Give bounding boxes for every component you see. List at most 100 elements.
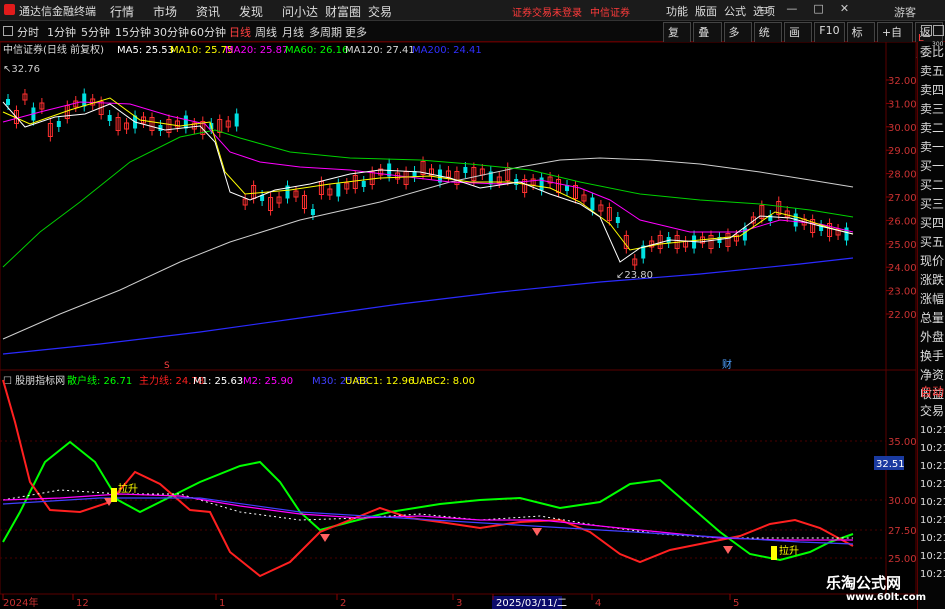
- close-icon[interactable]: ✕: [840, 2, 849, 15]
- tab-auto[interactable]: 自动: [920, 386, 944, 399]
- y-tick-label: 31.00: [888, 99, 917, 110]
- menu-layout[interactable]: 版面: [695, 3, 724, 19]
- security-title: 中信证券(日线 前复权): [3, 43, 104, 56]
- menu-item-quotes[interactable]: 行情: [110, 3, 153, 20]
- y-tick-label: 32.00: [888, 76, 917, 87]
- quote-field-label: 净资: [920, 368, 945, 382]
- ma-legend-item: MA120: 27.41: [345, 45, 415, 56]
- minimize-icon[interactable]: —: [786, 2, 797, 15]
- title-bar: 通达信金融终端 行情 市场 资讯 发现 问小达 财富圈 交易 证券交易未登录 中…: [0, 0, 945, 21]
- y-tick-label: 30.00: [888, 123, 917, 134]
- y-tick-label: 25.00: [888, 240, 917, 251]
- maximize-icon[interactable]: □: [813, 2, 823, 15]
- y-tick-label: 23.00: [888, 287, 917, 298]
- ma-legend-item: MA10: 25.75: [170, 45, 233, 56]
- flag-finance-icon[interactable]: 财: [722, 358, 732, 371]
- ma-legend-item: MA60: 26.16: [285, 45, 348, 56]
- menu-item-ask[interactable]: 问小达: [282, 3, 325, 20]
- indicator-y-tick: 35.00: [888, 437, 917, 448]
- watermark-title: 乐淘公式网: [826, 574, 902, 592]
- quote-panel: L 300 委比 卖五 卖四 卖三 卖二 卖一 买一 买二 买三 买四 买五 现价 涨跌 涨幅 总量 外盘 换手净…: [917, 33, 945, 609]
- high-label: ↖32.76: [3, 64, 40, 75]
- tick-time: 10:21: [920, 479, 945, 490]
- indicator-y-tick: 27.50: [888, 526, 917, 537]
- x-tick-label: 2024年: [3, 596, 38, 609]
- quote-field-label: 卖四: [920, 83, 945, 97]
- period-toolbar: 分时 1分钟 5分钟 15分钟 30分钟 60分钟 日线 周线 月线 多周期 更…: [0, 21, 945, 58]
- indicator-legend: 散户线: 26.71 主力线: 24.78M1: 25.63 M2: 25.90 M3…: [67, 374, 475, 387]
- indicator-legend-item: 散户线: 26.71: [67, 374, 132, 387]
- x-tick-label: 2025/03/11/二: [496, 598, 567, 609]
- tick-time: 10:21: [920, 443, 945, 454]
- tab-daily[interactable]: 日线: [229, 24, 251, 40]
- tick-time: 10:21: [920, 551, 945, 562]
- menu-item-news[interactable]: 资讯: [196, 3, 239, 20]
- tab-5min[interactable]: 5分钟: [81, 24, 110, 40]
- ma-legend-item: MA200: 24.41: [412, 45, 482, 56]
- watermark-url: www.60lt.com: [846, 592, 927, 603]
- panel-logo: L: [918, 33, 924, 44]
- checkbox-icon[interactable]: [3, 26, 13, 36]
- tick-time: 10:21: [920, 569, 945, 580]
- low-label: ↙23.80: [616, 270, 653, 281]
- indicator-y-tick: 30.00: [888, 496, 917, 507]
- menu-item-wealth[interactable]: 财富圈: [325, 3, 368, 20]
- login-warning[interactable]: 证券交易未登录: [512, 4, 582, 19]
- tick-time: 10:21: [920, 497, 945, 508]
- menu-formula[interactable]: 公式: [724, 3, 753, 19]
- y-tick-label: 26.00: [888, 216, 917, 227]
- tab-more[interactable]: 更多: [345, 24, 367, 40]
- quote-field-label: 买一: [920, 159, 945, 173]
- tick-time: 10:21: [920, 515, 945, 526]
- main-menu: 行情 市场 资讯 发现 问小达 财富圈 交易: [110, 3, 411, 20]
- x-tick-label: 4: [595, 598, 601, 609]
- quote-field-label: 委比: [920, 45, 945, 59]
- quote-field-label: 买二: [920, 178, 945, 192]
- menu-item-market[interactable]: 市场: [153, 3, 196, 20]
- tick-time: 10:21: [920, 425, 945, 436]
- guest-login[interactable]: 游客: [894, 4, 916, 20]
- quote-field-label: 卖五: [920, 64, 945, 78]
- tab-intraday[interactable]: 分时: [17, 24, 39, 40]
- x-axis: 2024年 12 1 2 3 2025/03/11/二 4 5: [2, 594, 739, 609]
- current-value: 32.51: [876, 459, 905, 470]
- y-tick-label: 29.00: [888, 146, 917, 157]
- tick-time: 10:21: [920, 533, 945, 544]
- quote-field-label: 换手: [920, 349, 945, 363]
- x-tick-label: 2: [340, 598, 346, 609]
- y-tick-label: 27.00: [888, 193, 917, 204]
- tab-15min[interactable]: 15分钟: [115, 24, 151, 40]
- y-tick-label: 24.00: [888, 263, 917, 274]
- svg-text:拉升: 拉升: [118, 482, 138, 495]
- tab-1min[interactable]: 1分钟: [47, 24, 76, 40]
- chart-area[interactable]: 中信证券(日线 前复权) MA5: 25.53MA10: 25.75MA20: …: [0, 42, 917, 609]
- tab-60min[interactable]: 60分钟: [190, 24, 226, 40]
- tab-multi-period[interactable]: 多周期: [309, 24, 342, 40]
- indicator-legend-item: M1: 25.63: [193, 376, 243, 387]
- broker-name[interactable]: 中信证券: [590, 4, 630, 19]
- tab-monthly[interactable]: 月线: [282, 24, 304, 40]
- ma-legend-item: MA5: 25.53: [117, 45, 174, 56]
- y-tick-label: 28.00: [888, 170, 917, 181]
- tick-time: 10:21: [920, 461, 945, 472]
- indicator-legend-item: UABC1: 12.96: [345, 376, 414, 387]
- window-controls: ▭ — □ ✕: [760, 2, 849, 15]
- x-tick-label: 12: [76, 598, 89, 609]
- quote-field-label: 买四: [920, 216, 945, 230]
- quote-field-label: 卖三: [920, 102, 945, 116]
- menu-item-discover[interactable]: 发现: [239, 3, 282, 20]
- x-tick-label: 3: [456, 598, 462, 609]
- tab-weekly[interactable]: 周线: [255, 24, 277, 40]
- tab-30min[interactable]: 30分钟: [153, 24, 189, 40]
- flag-s-icon[interactable]: S: [164, 361, 170, 371]
- ma-legend-item: MA20: 25.87: [225, 45, 288, 56]
- indicator-y-tick: 25.00: [888, 554, 917, 565]
- menu-item-trade[interactable]: 交易: [368, 3, 411, 20]
- window-mode-icon[interactable]: ▭: [760, 2, 770, 15]
- menu-function[interactable]: 功能: [666, 3, 695, 19]
- panel-close-icon[interactable]: [933, 25, 944, 36]
- quote-field-label: 涨幅: [920, 292, 945, 306]
- quote-field-label: 现价: [920, 254, 945, 268]
- tab-trade[interactable]: 交易: [920, 405, 944, 418]
- svg-text:拉升: 拉升: [779, 544, 799, 557]
